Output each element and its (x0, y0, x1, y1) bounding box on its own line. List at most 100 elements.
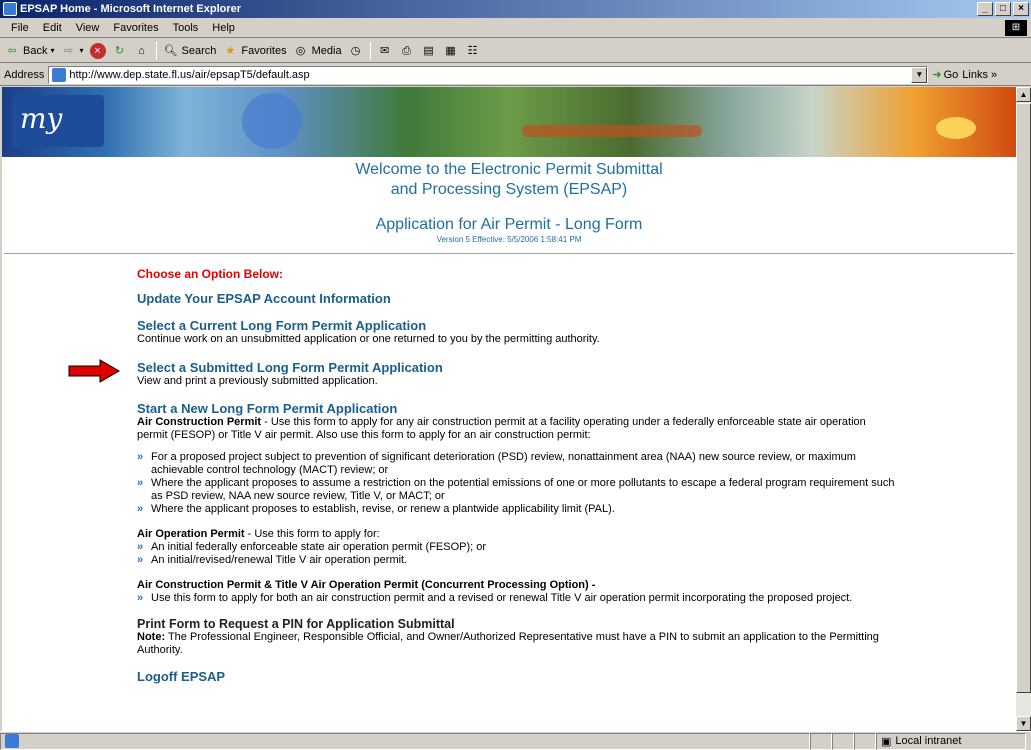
toolbar-separator (369, 41, 371, 60)
media-icon: ◎ (295, 44, 306, 57)
update-account-link[interactable]: Update Your EPSAP Account Information (137, 291, 897, 306)
forward-button[interactable]: ⇨ ▾ (60, 43, 84, 59)
url-text: http://www.dep.state.fl.us/air/epsapT5/d… (69, 68, 310, 81)
search-button[interactable]: 🔍︎ Search (163, 43, 217, 59)
window-title: EPSAP Home - Microsoft Internet Explorer (20, 3, 242, 15)
menu-edit[interactable]: Edit (36, 22, 69, 34)
refresh-icon[interactable]: ↻ (112, 43, 128, 59)
toolbar-separator (155, 41, 157, 60)
forward-arrow-icon: ⇨ (63, 44, 74, 57)
search-icon: 🔍︎ (163, 44, 178, 57)
aop-bullet-list: » An initial federally enforceable state … (137, 541, 897, 567)
discuss-icon[interactable]: ▦ (443, 43, 459, 59)
list-item: » An initial/revised/renewal Title V air … (137, 554, 408, 566)
bullet-chevron-icon: » (137, 451, 144, 463)
status-main-pane (0, 732, 810, 750)
menu-tools[interactable]: Tools (166, 22, 206, 34)
pin-note: Note: The Professional Engineer, Respons… (137, 631, 879, 656)
menu-favorites[interactable]: Favorites (106, 22, 165, 34)
window-controls: _ □ × (977, 2, 1029, 16)
address-label: Address (4, 68, 45, 81)
status-pane-small (854, 732, 876, 750)
links-button[interactable]: Links » (962, 69, 997, 81)
scroll-up-icon[interactable]: ▲ (1016, 87, 1031, 102)
mail-icon[interactable]: ✉ (377, 43, 393, 59)
back-arrow-icon: ⇦ (7, 44, 17, 57)
start-new-application-link[interactable]: Start a New Long Form Permit Application (137, 401, 897, 416)
choose-heading: Choose an Option Below: (137, 267, 283, 281)
air-construction-permit-description: Air Construction Permit - Use this form … (137, 416, 866, 441)
myflorida-banner: my (2, 87, 1016, 157)
status-bar: ▣ Local intranet (0, 731, 1031, 750)
edit-icon[interactable]: ▤ (421, 43, 437, 59)
back-button[interactable]: ⇦ Back ▾ (4, 43, 54, 59)
home-icon[interactable]: ⌂ (134, 43, 150, 59)
air-operation-permit-description: Air Operation Permit - Use this form to … (137, 528, 380, 540)
media-button[interactable]: ◎ Media (293, 43, 342, 59)
page-icon (52, 67, 67, 82)
chevron-down-icon: ▾ (79, 46, 84, 55)
intranet-icon: ▣ (881, 735, 892, 748)
concurrent-processing-heading: Air Construction Permit & Title V Air Op… (137, 579, 596, 591)
print-icon[interactable]: ⎙ (399, 43, 415, 59)
bullet-chevron-icon: » (137, 592, 144, 604)
menu-file[interactable]: File (4, 22, 36, 34)
list-item: » An initial federally enforceable state … (137, 541, 487, 553)
stop-icon[interactable]: × (89, 42, 106, 59)
bullet-chevron-icon: » (137, 477, 144, 489)
menu-view[interactable]: View (69, 22, 107, 34)
window-title-bar: EPSAP Home - Microsoft Internet Explorer… (0, 0, 1031, 18)
status-pane-small (810, 732, 832, 750)
minimize-button[interactable]: _ (977, 2, 993, 16)
select-submitted-description: View and print a previously submitted ap… (137, 375, 378, 387)
history-icon[interactable]: ◷ (348, 43, 364, 59)
ie-icon (3, 2, 17, 16)
print-pin-form-link[interactable]: Print Form to Request a PIN for Applicat… (137, 617, 897, 631)
acp-bullet-list: » For a proposed project subject to preve… (137, 451, 897, 516)
chevron-down-icon: ▾ (50, 46, 55, 55)
list-item: » Where the applicant proposes to establi… (137, 503, 615, 515)
page-viewport: my Welcome to the Electronic Permit Subm… (2, 87, 1016, 731)
security-zone-pane: ▣ Local intranet (876, 732, 1026, 750)
list-item: » For a proposed project subject to preve… (137, 451, 856, 476)
select-submitted-application-link[interactable]: Select a Submitted Long Form Permit Appl… (137, 360, 897, 375)
windows-logo-icon: ⊞ (1005, 20, 1027, 36)
address-dropdown-icon[interactable]: ▼ (911, 66, 928, 83)
maximize-button[interactable]: □ (995, 2, 1011, 16)
menu-bar: File Edit View Favorites Tools Help ⊞ (0, 18, 1031, 38)
flower-image (242, 93, 302, 149)
toolbar: ⇦ Back ▾ ⇨ ▾ × ↻ ⌂ 🔍︎ Search ★ Favorites… (0, 39, 1031, 63)
messenger-icon[interactable]: ☷ (465, 43, 481, 59)
options-list: Choose an Option Below: Update Your EPSA… (137, 267, 897, 684)
list-item: » Where the applicant proposes to assume … (137, 477, 895, 502)
sunset-image (936, 117, 976, 139)
scroll-thumb[interactable] (1016, 103, 1031, 693)
logoff-link[interactable]: Logoff EPSAP (137, 669, 897, 684)
select-current-application-link[interactable]: Select a Current Long Form Permit Applic… (137, 318, 897, 333)
list-item: » Use this form to apply for both an air … (137, 592, 853, 604)
status-pane-small (832, 732, 854, 750)
address-bar: Address http://www.dep.state.fl.us/air/e… (0, 64, 1031, 86)
bullet-chevron-icon: » (137, 554, 144, 566)
application-title: Application for Air Permit - Long Form (375, 216, 643, 233)
go-button[interactable]: ➜ Go (932, 68, 958, 82)
myflorida-logo[interactable]: my (12, 95, 104, 147)
divider (4, 253, 1014, 255)
page-status-icon (5, 734, 19, 748)
vertical-scrollbar[interactable]: ▲ ▼ (1016, 87, 1031, 731)
scroll-down-icon[interactable]: ▼ (1016, 716, 1031, 731)
kayak-image (522, 125, 702, 137)
address-input[interactable]: http://www.dep.state.fl.us/air/epsapT5/d… (48, 65, 929, 84)
red-arrow-icon (68, 359, 120, 383)
favorites-button[interactable]: ★ Favorites (222, 43, 286, 59)
bullet-chevron-icon: » (137, 503, 144, 515)
select-current-description: Continue work on an unsubmitted applicat… (137, 333, 600, 345)
close-button[interactable]: × (1013, 2, 1029, 16)
concurrent-bullet-list: » Use this form to apply for both an air … (137, 592, 897, 605)
menu-help[interactable]: Help (205, 22, 242, 34)
star-icon: ★ (225, 44, 236, 57)
go-arrow-icon: ➜ (932, 69, 942, 81)
welcome-heading: Welcome to the Electronic Permit Submitt… (355, 161, 663, 198)
bullet-chevron-icon: » (137, 541, 144, 553)
version-text: Version 5 Effective: 5/5/2006 1:58:41 PM (436, 235, 582, 244)
